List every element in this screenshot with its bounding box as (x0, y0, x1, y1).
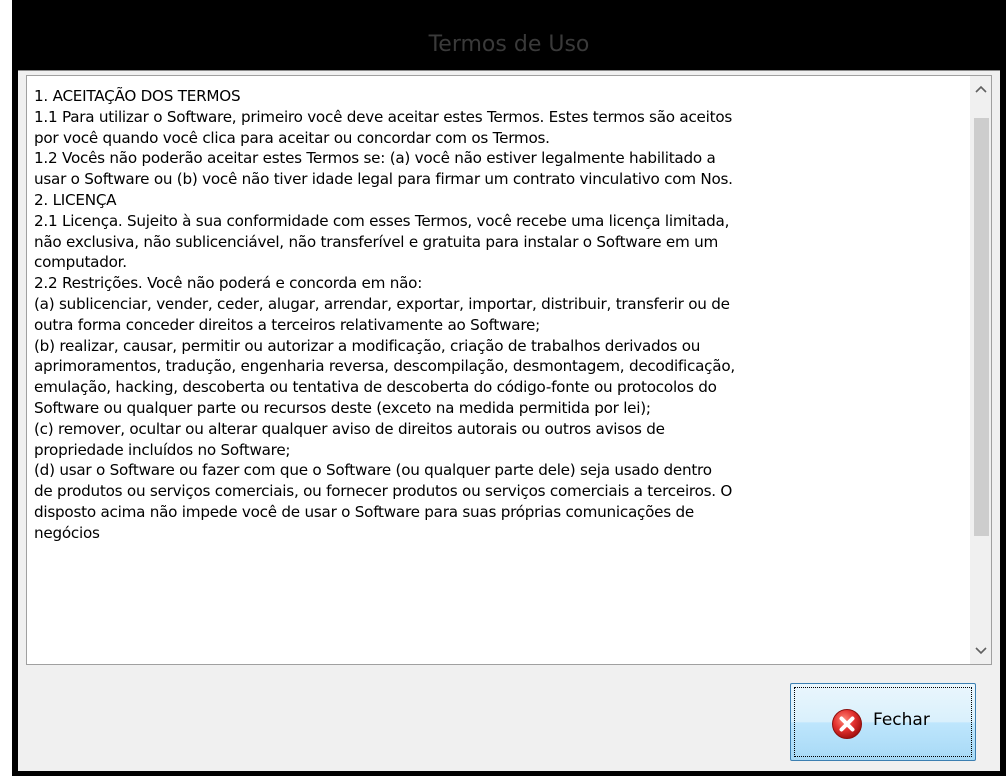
terms-text-line: negócios (34, 523, 100, 542)
terms-text-line: aprimoramentos, tradução, engenharia rev… (34, 357, 735, 376)
terms-text-area[interactable]: 1. ACEITAÇÃO DOS TERMOS 1.1 Para utilizar… (26, 75, 992, 665)
terms-text-line: emulação, hacking, descoberta ou tentati… (34, 378, 717, 397)
terms-text-line: 1. ACEITAÇÃO DOS TERMOS (34, 87, 241, 105)
terms-text-line: (a) sublicenciar, vender, ceder, alugar,… (34, 294, 730, 313)
close-button-label: Fechar (873, 710, 930, 730)
terms-text-line: 1.1 Para utilizar o Software, primeiro v… (34, 107, 733, 126)
close-button[interactable]: Fechar (790, 683, 976, 761)
terms-text-line: Software ou qualquer parte ou recursos d… (34, 398, 651, 417)
terms-dialog-window: Termos de Uso 1. ACEITAÇÃO DOS TERMOS 1.1… (12, 0, 1006, 776)
terms-text-line: de produtos ou serviços comerciais, ou f… (34, 482, 733, 501)
terms-text-line: não exclusiva, não sublicenciável, não t… (34, 232, 719, 251)
terms-text-line: usar o Software ou (b) você não tiver id… (34, 170, 733, 189)
terms-text-line: 2.2 Restrições. Você não poderá e concor… (34, 274, 423, 293)
terms-text-content: 1. ACEITAÇÃO DOS TERMOS 1.1 Para utilizar… (34, 86, 954, 664)
terms-text-line: (b) realizar, causar, permitir ou autori… (34, 336, 701, 355)
scroll-down-arrow-icon[interactable] (971, 640, 991, 662)
terms-text-line: (c) remover, ocultar ou alterar qualquer… (34, 419, 665, 438)
terms-text-line: outra forma conceder direitos a terceiro… (34, 315, 540, 334)
dialog-title: Termos de Uso (428, 32, 590, 57)
scrollbar-thumb[interactable] (974, 118, 989, 536)
terms-text-line: por você quando você clica para aceitar … (34, 128, 550, 147)
terms-text-line: computador. (34, 253, 127, 272)
terms-text-line: (d) usar o Software ou fazer com que o S… (34, 461, 712, 480)
terms-text-line: 2. LICENÇA (34, 190, 117, 209)
terms-text-line: 1.2 Vocês não poderão aceitar estes Term… (34, 149, 716, 168)
terms-text-line: disposto acima não impede você de usar o… (34, 502, 694, 521)
red-circle-x-icon (832, 709, 862, 739)
terms-text-line: propriedade incluídos no Software; (34, 440, 291, 459)
dialog-client-area: 1. ACEITAÇÃO DOS TERMOS 1.1 Para utilizar… (18, 70, 1000, 771)
terms-text-line: 2.1 Licença. Sujeito à sua conformidade … (34, 211, 730, 230)
vertical-scrollbar[interactable] (970, 76, 991, 664)
scroll-up-arrow-icon[interactable] (971, 78, 991, 100)
